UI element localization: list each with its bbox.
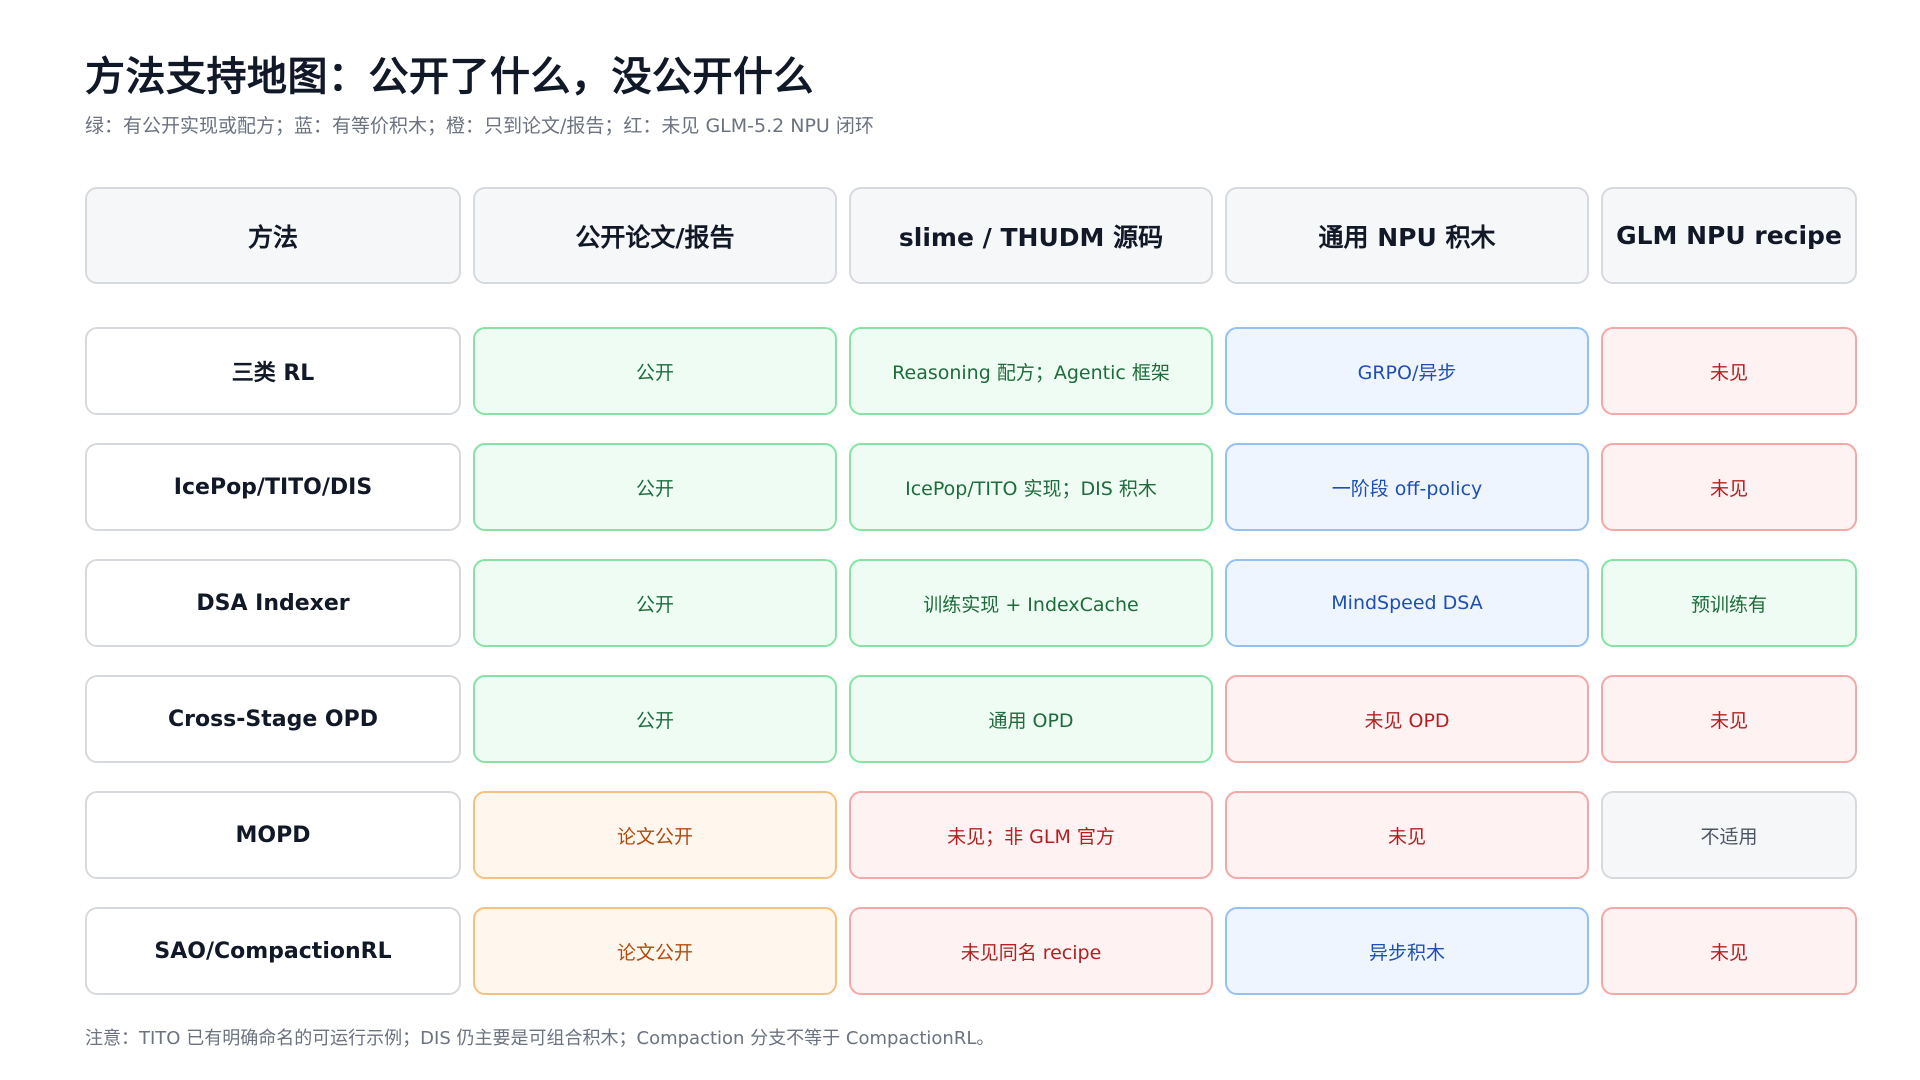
status-cell-red: 未见 bbox=[1225, 791, 1589, 879]
status-cell-green: IcePop/TITO 实现；DIS 积木 bbox=[849, 443, 1213, 531]
status-cell-red: 未见 bbox=[1601, 443, 1857, 531]
status-cell-red: 未见同名 recipe bbox=[849, 907, 1213, 995]
header-public-paper: 公开论文/报告 bbox=[473, 187, 837, 284]
table-body: 三类 RL 公开 Reasoning 配方；Agentic 框架 GRPO/异步… bbox=[85, 327, 1857, 995]
status-cell-red: 未见 bbox=[1601, 675, 1857, 763]
status-cell-gray: 不适用 bbox=[1601, 791, 1857, 879]
status-cell-green: Reasoning 配方；Agentic 框架 bbox=[849, 327, 1213, 415]
row-method-label: MOPD bbox=[85, 791, 461, 879]
row-method-label: 三类 RL bbox=[85, 327, 461, 415]
status-cell-red: 未见 bbox=[1601, 327, 1857, 415]
status-cell-blue: 一阶段 off-policy bbox=[1225, 443, 1589, 531]
row-method-label: Cross-Stage OPD bbox=[85, 675, 461, 763]
footnote: 注意：TITO 已有明确命名的可运行示例；DIS 仍主要是可组合积木；Compa… bbox=[85, 1028, 995, 1049]
status-cell-green: 公开 bbox=[473, 675, 837, 763]
status-cell-blue: GRPO/异步 bbox=[1225, 327, 1589, 415]
status-cell-red: 未见 bbox=[1601, 907, 1857, 995]
status-cell-orange: 论文公开 bbox=[473, 907, 837, 995]
header-method: 方法 bbox=[85, 187, 461, 284]
header-slime-source: slime / THUDM 源码 bbox=[849, 187, 1213, 284]
status-cell-orange: 论文公开 bbox=[473, 791, 837, 879]
row-method-label: DSA Indexer bbox=[85, 559, 461, 647]
header-glm-npu-recipe: GLM NPU recipe bbox=[1601, 187, 1857, 284]
row-method-label: SAO/CompactionRL bbox=[85, 907, 461, 995]
status-cell-blue: MindSpeed DSA bbox=[1225, 559, 1589, 647]
status-cell-green: 公开 bbox=[473, 443, 837, 531]
status-cell-blue: 异步积木 bbox=[1225, 907, 1589, 995]
status-cell-green: 通用 OPD bbox=[849, 675, 1213, 763]
status-cell-green: 预训练有 bbox=[1601, 559, 1857, 647]
legend-subtitle: 绿：有公开实现或配方；蓝：有等价积木；橙：只到论文/报告；红：未见 GLM-5.… bbox=[85, 115, 874, 137]
status-cell-red: 未见 OPD bbox=[1225, 675, 1589, 763]
header-npu-blocks: 通用 NPU 积木 bbox=[1225, 187, 1589, 284]
status-cell-green: 训练实现 + IndexCache bbox=[849, 559, 1213, 647]
table-header: 方法 公开论文/报告 slime / THUDM 源码 通用 NPU 积木 GL… bbox=[85, 187, 1857, 284]
status-cell-green: 公开 bbox=[473, 559, 837, 647]
status-cell-red: 未见；非 GLM 官方 bbox=[849, 791, 1213, 879]
status-cell-green: 公开 bbox=[473, 327, 837, 415]
row-method-label: IcePop/TITO/DIS bbox=[85, 443, 461, 531]
page-title: 方法支持地图：公开了什么，没公开什么 bbox=[85, 54, 814, 100]
